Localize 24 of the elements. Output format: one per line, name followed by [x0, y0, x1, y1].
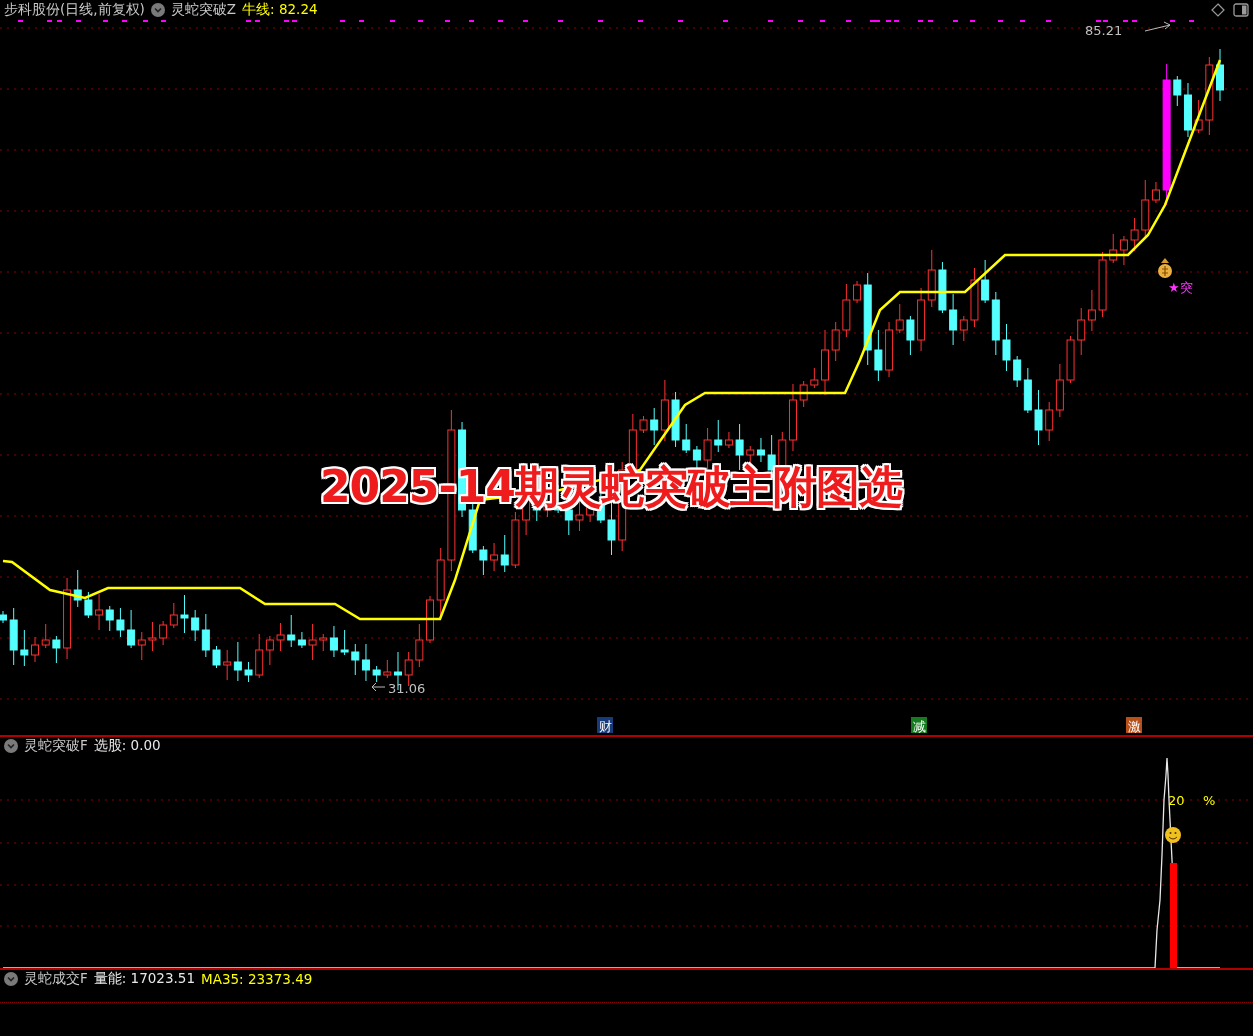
volume-value: 量能: 17023.51 [93, 970, 196, 988]
percent-value: 20 [1168, 793, 1185, 808]
chevron-circle-icon[interactable] [4, 972, 18, 986]
chevron-circle-icon[interactable] [4, 739, 18, 753]
arrow-icon [1144, 21, 1171, 32]
indicator-name: 灵蛇突破F [24, 737, 88, 755]
window-icon[interactable] [1233, 3, 1249, 17]
high-price-label: 85.21 [1085, 23, 1123, 38]
indicator-value: 牛线: 82.24 [242, 1, 318, 19]
diamond-icon[interactable] [1211, 3, 1225, 17]
arrow-icon [371, 682, 386, 692]
signal-label: ★突 [1168, 280, 1193, 295]
indicator-value: 选股: 0.00 [93, 737, 161, 755]
low-price-label: 31.06 [388, 681, 426, 696]
chevron-circle-icon[interactable] [150, 3, 165, 17]
indicator-name: 灵蛇突破Z [170, 1, 237, 19]
marker-label: 激 [1127, 719, 1141, 734]
ma-value: MA35: 23373.49 [201, 971, 313, 987]
smiley-icon [1165, 827, 1181, 843]
percent-sign: % [1203, 793, 1216, 808]
stock-title: 步科股份(日线,前复权) [4, 1, 145, 19]
indicator-name: 灵蛇成交F [24, 970, 88, 988]
marker-label: 财 [598, 719, 612, 734]
marker-label: 减 [912, 719, 926, 734]
